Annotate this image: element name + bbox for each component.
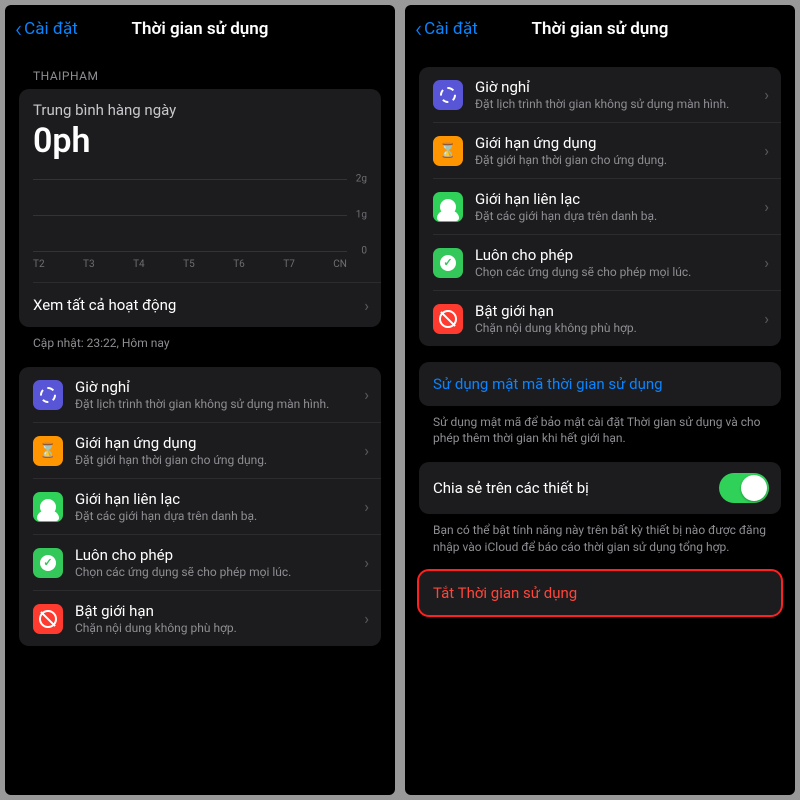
use-passcode-row[interactable]: Sử dụng mật mã thời gian sử dụng [419,362,781,406]
row-title: Bật giới hạn [475,302,752,320]
row-subtitle: Đặt lịch trình thời gian không sử dụng m… [475,97,752,111]
share-label: Chia sẻ trên các thiết bị [433,479,707,497]
row-title: Bật giới hạn [75,602,352,620]
row-subtitle: Đặt giới hạn thời gian cho ứng dụng. [75,453,352,467]
downtime-row[interactable]: Giờ nghỉ Đặt lịch trình thời gian không … [419,67,781,122]
chevron-left-icon: ‹ [15,17,22,41]
limits-group: Giờ nghỉ Đặt lịch trình thời gian không … [419,67,781,346]
downtime-icon [433,80,463,110]
chevron-right-icon: › [364,296,369,315]
row-subtitle: Đặt các giới hạn dựa trên danh bạ. [75,509,352,523]
row-title: Giới hạn liên lạc [75,490,352,508]
y-label: 2g [356,174,367,185]
back-button[interactable]: ‹ Cài đặt [15,17,78,41]
navbar: ‹ Cài đặt Thời gian sử dụng [405,5,795,51]
passcode-label: Sử dụng mật mã thời gian sử dụng [433,375,769,393]
row-title: Giới hạn ứng dụng [75,434,352,452]
navbar: ‹ Cài đặt Thời gian sử dụng [5,5,395,51]
contact-icon [433,192,463,222]
row-subtitle: Chặn nội dung không phù hợp. [475,321,752,335]
share-devices-row: Chia sẻ trên các thiết bị [419,462,781,514]
phone-right: ‹ Cài đặt Thời gian sử dụng Giờ nghỉ Đặt… [405,5,795,795]
always-allowed-row[interactable]: ✓ Luôn cho phép Chọn các ứng dụng sẽ cho… [419,235,781,290]
back-button[interactable]: ‹ Cài đặt [415,17,478,41]
row-title: Giờ nghỉ [75,378,352,396]
app-limits-row[interactable]: Giới hạn ứng dụng Đặt giới hạn thời gian… [419,123,781,178]
chevron-right-icon: › [764,253,769,272]
y-label: 1g [356,210,367,221]
chevron-right-icon: › [364,385,369,404]
chevron-right-icon: › [764,197,769,216]
share-toggle[interactable] [719,473,769,503]
row-subtitle: Chọn các ứng dụng sẽ cho phép mọi lúc. [475,265,752,279]
always-allowed-row[interactable]: ✓ Luôn cho phép Chọn các ứng dụng sẽ cho… [19,535,381,590]
content-restrictions-row[interactable]: Bật giới hạn Chặn nội dung không phù hợp… [419,291,781,346]
downtime-row[interactable]: Giờ nghỉ Đặt lịch trình thời gian không … [19,367,381,422]
no-entry-icon [433,304,463,334]
phone-left: ‹ Cài đặt Thời gian sử dụng THAIPHAM Tru… [5,5,395,795]
y-label: 0 [361,246,367,257]
communication-limits-row[interactable]: Giới hạn liên lạc Đặt các giới hạn dựa t… [19,479,381,534]
turn-off-label: Tắt Thời gian sử dụng [433,584,769,602]
row-subtitle: Đặt các giới hạn dựa trên danh bạ. [475,209,752,223]
chevron-right-icon: › [364,441,369,460]
chevron-left-icon: ‹ [415,17,422,41]
row-title: Luôn cho phép [75,546,352,564]
see-all-label: Xem tất cả hoạt động [33,296,352,314]
see-all-activity[interactable]: Xem tất cả hoạt động › [19,283,381,327]
downtime-icon [33,380,63,410]
avg-label: Trung bình hàng ngày [33,101,367,119]
check-icon: ✓ [33,548,63,578]
back-label: Cài đặt [424,19,478,39]
no-entry-icon [33,604,63,634]
back-label: Cài đặt [24,19,78,39]
chevron-right-icon: › [364,497,369,516]
usage-card: Trung bình hàng ngày 0ph 2g 1g 0 T2 T3 T… [19,89,381,327]
chevron-right-icon: › [364,553,369,572]
limits-group: Giờ nghỉ Đặt lịch trình thời gian không … [19,367,381,646]
check-icon: ✓ [433,248,463,278]
chevron-right-icon: › [764,141,769,160]
row-subtitle: Chặn nội dung không phù hợp. [75,621,352,635]
contact-icon [33,492,63,522]
hourglass-icon [33,436,63,466]
row-subtitle: Đặt lịch trình thời gian không sử dụng m… [75,397,352,411]
chevron-right-icon: › [764,85,769,104]
row-subtitle: Chọn các ứng dụng sẽ cho phép mọi lúc. [75,565,352,579]
share-note: Bạn có thể bật tính năng này trên bất kỳ… [419,514,781,554]
app-limits-row[interactable]: Giới hạn ứng dụng Đặt giới hạn thời gian… [19,423,381,478]
owner-label: THAIPHAM [33,69,381,83]
hourglass-icon [433,136,463,166]
passcode-note: Sử dụng mật mã để bảo mật cài đặt Thời g… [419,406,781,446]
row-title: Giới hạn liên lạc [475,190,752,208]
communication-limits-row[interactable]: Giới hạn liên lạc Đặt các giới hạn dựa t… [419,179,781,234]
x-labels: T2 T3 T4 T5 T6 T7 CN [33,259,367,270]
row-title: Luôn cho phép [475,246,752,264]
usage-chart: 2g 1g 0 [33,171,367,255]
content-restrictions-row[interactable]: Bật giới hạn Chặn nội dung không phù hợp… [19,591,381,646]
turn-off-screentime[interactable]: Tắt Thời gian sử dụng [419,571,781,615]
avg-value: 0ph [33,121,367,161]
chevron-right-icon: › [364,609,369,628]
row-title: Giới hạn ứng dụng [475,134,752,152]
chevron-right-icon: › [764,309,769,328]
updated-note: Cập nhật: 23:22, Hôm nay [19,327,381,351]
row-title: Giờ nghỉ [475,78,752,96]
row-subtitle: Đặt giới hạn thời gian cho ứng dụng. [475,153,752,167]
